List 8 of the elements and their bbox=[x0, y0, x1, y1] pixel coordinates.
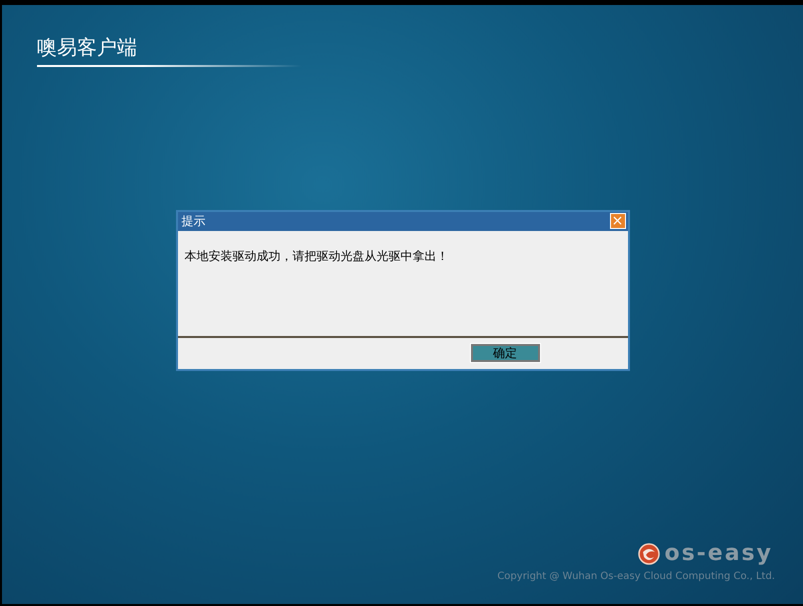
dialog-title: 提示 bbox=[182, 213, 206, 230]
ok-button[interactable]: 确定 bbox=[470, 344, 540, 362]
dialog-message: 本地安装驱动成功，请把驱动光盘从光驱中拿出！ bbox=[184, 248, 448, 262]
brand-name: os-easy bbox=[664, 543, 773, 565]
close-button[interactable]: × bbox=[610, 213, 626, 229]
app-title: 噢易客户端 bbox=[37, 34, 137, 61]
copyright-text: Copyright @ Wuhan Os-easy Cloud Computing Co., Ltd. bbox=[497, 570, 775, 584]
swirl-logo-icon bbox=[638, 543, 660, 565]
